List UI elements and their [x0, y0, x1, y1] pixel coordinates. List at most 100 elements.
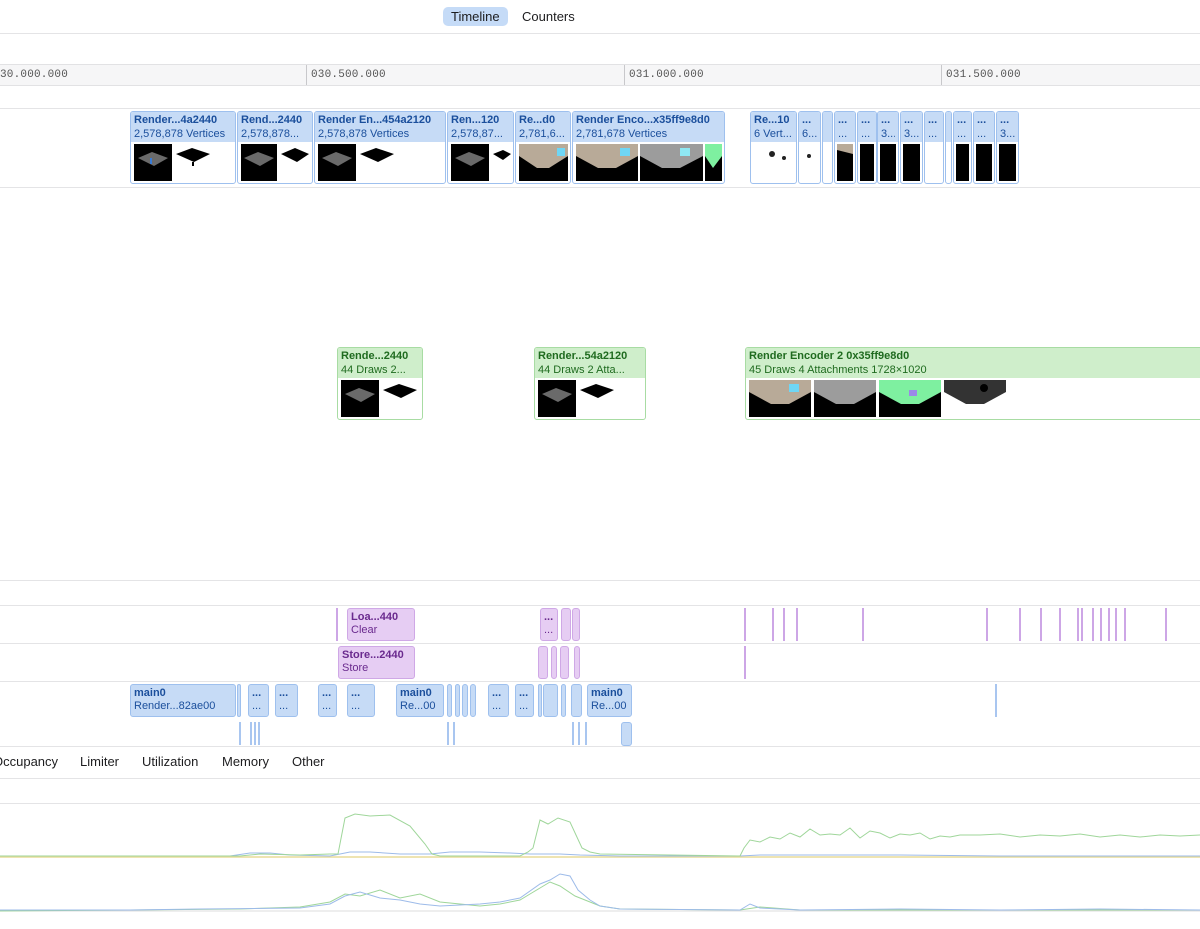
vertex-encoder-card[interactable]: ...... — [924, 111, 944, 184]
attachment-thumbnail — [341, 380, 379, 417]
command-buffer-block[interactable] — [470, 684, 476, 717]
load-action-marker[interactable] — [1081, 608, 1083, 641]
command-buffer-block[interactable]: ...... — [248, 684, 269, 717]
tab-other[interactable]: Other — [292, 754, 325, 770]
vertex-encoder-card[interactable]: ... 3... — [900, 111, 923, 184]
vertex-encoder-card[interactable]: Render Enco...x35ff9e8d0 2,781,678 Vertic… — [572, 111, 725, 184]
load-action-marker[interactable] — [796, 608, 798, 641]
tab-limiter[interactable]: Limiter — [80, 754, 119, 770]
fragment-encoder-card[interactable]: Render...54a2120 44 Draws 2 Atta... — [534, 347, 646, 420]
attachment-thumbnail — [999, 144, 1016, 181]
vertex-encoder-card[interactable]: Re...d0 2,781,6... — [515, 111, 571, 184]
fragment-encoder-card[interactable]: Render Encoder 2 0x35ff9e8d0 45 Draws 4 A… — [745, 347, 1200, 420]
attachment-thumbnail — [903, 144, 920, 181]
load-action-marker[interactable] — [1108, 608, 1110, 641]
command-buffer-marker[interactable] — [995, 684, 997, 717]
command-buffer-block[interactable]: main0 Render...82ae00 — [130, 684, 236, 717]
time-ruler[interactable]: 30.000.000 030.500.000 031.000.000 031.5… — [0, 64, 1200, 86]
vertex-encoder-card[interactable]: ... 3... — [877, 111, 899, 184]
load-action-marker[interactable] — [1092, 608, 1094, 641]
load-action-marker[interactable] — [1100, 608, 1102, 641]
command-lane-marker[interactable] — [250, 722, 252, 745]
load-action-track: Loa...440 Clear ...... — [0, 606, 1200, 643]
counter-graph-2[interactable] — [0, 860, 1200, 916]
vertex-encoder-card[interactable]: ...... — [857, 111, 877, 184]
attachment-thumbnail — [358, 144, 396, 181]
tab-memory[interactable]: Memory — [222, 754, 269, 770]
load-action-marker[interactable] — [783, 608, 785, 641]
command-lane-marker[interactable] — [447, 722, 449, 745]
load-action-marker[interactable] — [1040, 608, 1042, 641]
load-action-marker[interactable] — [336, 608, 338, 641]
command-buffer-track: main0 Render...82ae00 ...... ...... .....… — [0, 682, 1200, 746]
attachment-thumbnail — [174, 144, 212, 181]
command-lane-marker[interactable] — [585, 722, 587, 745]
store-action-block[interactable] — [574, 646, 580, 679]
load-action-marker[interactable] — [1019, 608, 1021, 641]
store-action-block[interactable] — [560, 646, 569, 679]
command-lane-marker[interactable] — [453, 722, 455, 745]
store-action-block[interactable]: Store...2440 Store — [338, 646, 415, 679]
command-lane-block[interactable] — [621, 722, 632, 746]
command-buffer-block[interactable] — [543, 684, 558, 717]
command-buffer-block[interactable]: ...... — [347, 684, 375, 717]
load-action-marker[interactable] — [1077, 608, 1079, 641]
vertex-encoder-card[interactable]: Re...10 6 Vert... — [750, 111, 797, 184]
fragment-encoder-card[interactable]: Rende...2440 44 Draws 2... — [337, 347, 423, 420]
load-action-block[interactable]: ...... — [540, 608, 558, 641]
command-buffer-block[interactable] — [447, 684, 452, 717]
tab-timeline[interactable]: Timeline — [443, 7, 508, 26]
load-action-marker[interactable] — [986, 608, 988, 641]
vertex-encoder-card[interactable]: ...... — [834, 111, 856, 184]
vertex-encoder-card[interactable]: ...... — [953, 111, 972, 184]
command-buffer-block[interactable] — [571, 684, 582, 717]
command-lane-marker[interactable] — [258, 722, 260, 745]
load-action-marker[interactable] — [1115, 608, 1117, 641]
command-lane-marker[interactable] — [239, 722, 241, 745]
load-action-block[interactable]: Loa...440 Clear — [347, 608, 415, 641]
load-action-marker[interactable] — [772, 608, 774, 641]
store-action-marker[interactable] — [744, 646, 746, 679]
command-buffer-block[interactable] — [462, 684, 468, 717]
vertex-encoder-card[interactable]: Ren...120 2,578,87... — [447, 111, 514, 184]
tab-divider — [0, 778, 1200, 779]
attachment-thumbnail — [880, 144, 896, 181]
counter-graph-1[interactable] — [0, 804, 1200, 860]
load-action-marker[interactable] — [1124, 608, 1126, 641]
load-action-marker[interactable] — [1165, 608, 1167, 641]
vertex-encoder-card[interactable]: Rend...2440 2,578,878... — [237, 111, 313, 184]
command-buffer-block[interactable]: main0 Re...00 — [587, 684, 632, 717]
vertex-encoder-card[interactable]: Render...4a2440 2,578,878 Vertices — [130, 111, 236, 184]
vertex-encoder-card[interactable] — [822, 111, 833, 184]
command-lane-marker[interactable] — [572, 722, 574, 745]
command-lane-marker[interactable] — [578, 722, 580, 745]
load-action-block[interactable] — [561, 608, 571, 641]
command-buffer-block[interactable] — [237, 684, 241, 717]
tab-occupancy[interactable]: Occupancy — [0, 754, 58, 770]
tab-utilization[interactable]: Utilization — [142, 754, 198, 770]
attachment-thumbnail — [279, 144, 311, 181]
command-lane-marker[interactable] — [254, 722, 256, 745]
store-action-block[interactable] — [551, 646, 557, 679]
vertex-encoder-card[interactable]: ...... — [973, 111, 995, 184]
store-action-track: Store...2440 Store — [0, 644, 1200, 681]
vertex-encoder-card[interactable]: ... 3... — [996, 111, 1019, 184]
load-action-marker[interactable] — [862, 608, 864, 641]
command-buffer-block[interactable] — [538, 684, 542, 717]
command-buffer-block[interactable]: ...... — [488, 684, 509, 717]
command-buffer-block[interactable] — [455, 684, 460, 717]
vertex-encoder-card[interactable] — [945, 111, 952, 184]
command-buffer-block[interactable]: ...... — [318, 684, 337, 717]
command-buffer-block[interactable] — [561, 684, 566, 717]
command-buffer-block[interactable]: ...... — [275, 684, 298, 717]
load-action-block[interactable] — [572, 608, 580, 641]
vertex-encoder-card[interactable]: Render En...454a2120 2,578,878 Vertices — [314, 111, 446, 184]
load-action-marker[interactable] — [1059, 608, 1061, 641]
command-buffer-block[interactable]: ...... — [515, 684, 534, 717]
load-action-marker[interactable] — [744, 608, 746, 641]
tab-counters[interactable]: Counters — [514, 7, 583, 26]
attachment-thumbnail — [318, 144, 356, 181]
command-buffer-block[interactable]: main0 Re...00 — [396, 684, 444, 717]
vertex-encoder-card[interactable]: ... 6... — [798, 111, 821, 184]
store-action-block[interactable] — [538, 646, 548, 679]
